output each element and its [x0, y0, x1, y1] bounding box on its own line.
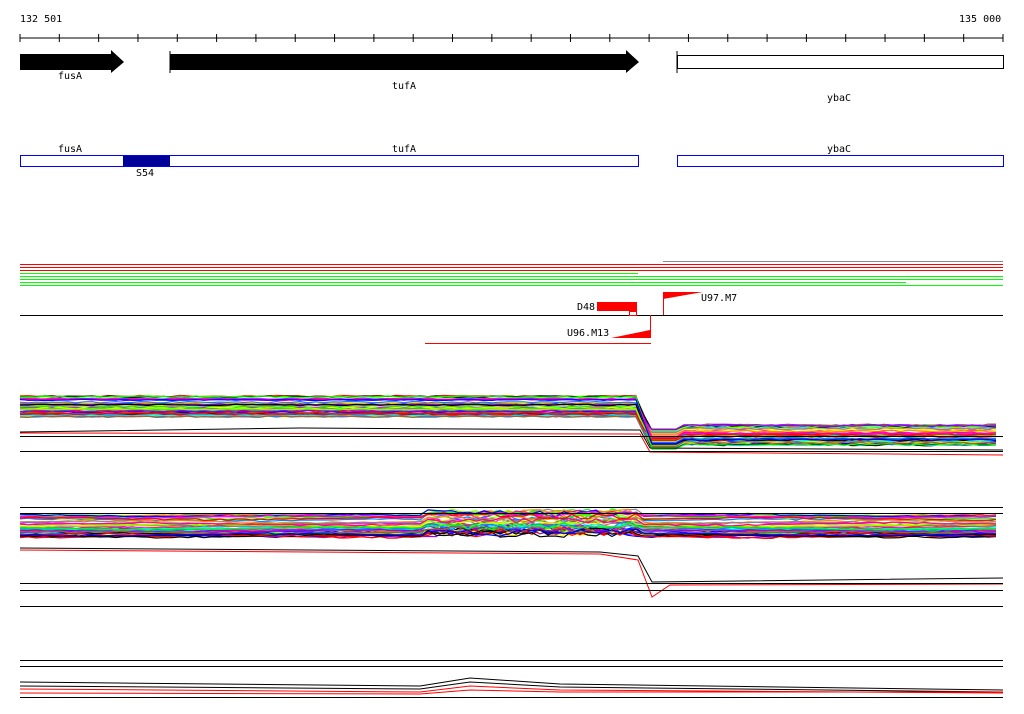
marker-D48[interactable] [597, 302, 637, 311]
marker-label-U96.M13: U96.M13 [567, 328, 609, 339]
ruler-end-label: 135 000 [959, 14, 1001, 25]
ruler-start-label: 132 501 [20, 14, 62, 25]
annotation-label-tufA: tufA [392, 144, 416, 155]
marker-U97.M7[interactable] [663, 292, 703, 299]
annotation-box-fusA-tufA[interactable] [20, 155, 639, 167]
marker-label-D48: D48 [577, 302, 595, 313]
annotation-feature-label: S54 [136, 168, 154, 179]
marker-U96.M13[interactable] [611, 330, 650, 338]
marker-track: D48 U96.M13 U97.M7 [20, 292, 1003, 344]
gene-box-ybaC[interactable] [677, 55, 1004, 69]
gene-label-ybaC: ybaC [827, 93, 851, 104]
profile-panel-3 [19, 660, 1004, 698]
annotation-track: fusA tufA ybaC S54 [20, 144, 1004, 179]
gene-arrow-tufA[interactable] [170, 50, 639, 73]
marker-label-U97.M7: U97.M7 [701, 293, 737, 304]
coordinate-ruler: 132 501 135 000 [19, 14, 1004, 42]
gene-arrow-fusA[interactable] [20, 50, 124, 73]
profile-panel-1 [19, 394, 1004, 456]
annotation-label-fusA: fusA [58, 144, 82, 155]
profile-panel-2 [19, 507, 1004, 607]
coverage-bars [20, 261, 1003, 286]
annotation-feature-S54[interactable] [123, 156, 170, 166]
genome-browser-canvas[interactable]: 132 501 135 000 fusA tufA ybaC fusA tufA… [0, 0, 1024, 714]
gene-track: fusA tufA ybaC [20, 50, 1004, 104]
profile-line [19, 549, 1004, 598]
annotation-label-ybaC: ybaC [827, 144, 851, 155]
gene-label-tufA: tufA [392, 81, 416, 92]
annotation-box-ybaC[interactable] [677, 155, 1004, 167]
gene-label-fusA: fusA [58, 71, 82, 82]
